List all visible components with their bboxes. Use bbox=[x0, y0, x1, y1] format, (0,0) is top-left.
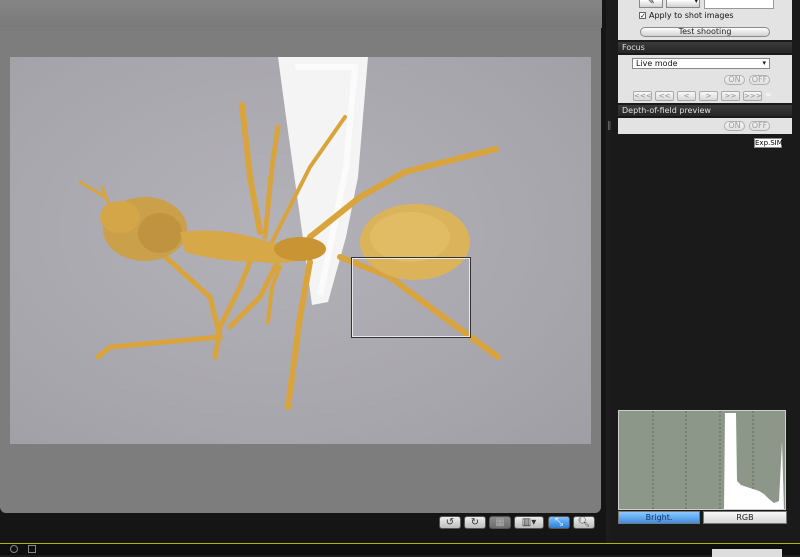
rotate-left-button[interactable]: ↺ bbox=[439, 516, 461, 529]
exp-sim-indicator: Exp.SIM bbox=[754, 138, 783, 148]
apply-to-shot-checkbox[interactable]: ✓ bbox=[639, 12, 646, 20]
dof-on-button[interactable]: ON bbox=[724, 121, 745, 131]
ant-specimen-image bbox=[78, 57, 501, 410]
dof-header: Depth-of-field preview bbox=[618, 105, 792, 116]
test-shooting-button[interactable]: Test shooting bbox=[640, 27, 770, 37]
zoom-frame-button[interactable]: ⤡ bbox=[548, 516, 570, 529]
tab-rgb[interactable]: RGB bbox=[703, 511, 787, 524]
live-view-area: ↺ ↻ ▦ ▥▾ ⤡ 🔍︎ bbox=[0, 0, 606, 554]
dof-off-button[interactable]: OFF bbox=[749, 121, 770, 131]
status-field bbox=[712, 549, 782, 557]
chevron-down-icon: ▾ bbox=[762, 59, 766, 67]
status-square-icon bbox=[28, 545, 36, 553]
focus-off-button[interactable]: OFF bbox=[749, 75, 770, 85]
viewer-toolbar: ↺ ↻ ▦ ▥▾ ⤡ 🔍︎ bbox=[0, 513, 602, 533]
focus-near-large-button[interactable]: <<< bbox=[633, 91, 652, 101]
histogram bbox=[618, 410, 786, 510]
focus-far-large-button[interactable]: >>> bbox=[743, 91, 762, 101]
eyedropper-icon: ✎ bbox=[648, 0, 655, 6]
focus-far-medium-button[interactable]: >> bbox=[721, 91, 740, 101]
focus-mode-select[interactable]: Live mode ▾ bbox=[632, 58, 770, 69]
aspect-ratio-icon: ▥▾ bbox=[521, 517, 537, 528]
rotate-left-icon: ↺ bbox=[445, 517, 455, 528]
focus-near-small-button[interactable]: < bbox=[677, 91, 696, 101]
live-view-image[interactable] bbox=[10, 57, 591, 444]
white-balance-panel: ✎ ▾ ✓ Apply to shot images Test shooting bbox=[618, 0, 792, 40]
focus-mode-value: Live mode bbox=[636, 59, 678, 68]
status-circle-icon bbox=[10, 545, 18, 553]
magnify-icon: 🔍︎ bbox=[577, 517, 591, 528]
eyedropper-button[interactable]: ✎ bbox=[639, 0, 663, 8]
zoom-frame-icon: ⤡ bbox=[555, 517, 563, 528]
status-bar bbox=[0, 543, 800, 557]
magnify-button[interactable]: 🔍︎ bbox=[573, 516, 595, 529]
infinity-icon: ∞ bbox=[765, 90, 772, 99]
grid-button[interactable]: ▦ bbox=[489, 516, 511, 529]
histogram-graph bbox=[652, 411, 784, 509]
aspect-ratio-button[interactable]: ▥▾ bbox=[514, 516, 544, 529]
focus-near-medium-button[interactable]: << bbox=[655, 91, 674, 101]
zoom-frame[interactable] bbox=[352, 258, 470, 337]
live-view-viewer bbox=[0, 27, 601, 513]
panel-splitter[interactable]: ‖ bbox=[607, 121, 612, 131]
top-strip bbox=[0, 0, 602, 28]
dof-panel: ON OFF bbox=[618, 118, 792, 134]
focus-on-button[interactable]: ON bbox=[724, 75, 745, 85]
focus-far-small-button[interactable]: > bbox=[699, 91, 718, 101]
wb-dropdown[interactable]: ▾ bbox=[666, 0, 700, 8]
wb-value-field[interactable] bbox=[704, 0, 774, 9]
apply-to-shot-label: Apply to shot images bbox=[649, 11, 734, 20]
rotate-right-button[interactable]: ↻ bbox=[464, 516, 486, 529]
grid-icon: ▦ bbox=[495, 517, 505, 528]
tab-brightness[interactable]: Bright. bbox=[618, 511, 700, 524]
rotate-right-icon: ↻ bbox=[470, 517, 480, 528]
chevron-down-icon: ▾ bbox=[694, 0, 698, 5]
focus-header: Focus bbox=[618, 42, 792, 53]
